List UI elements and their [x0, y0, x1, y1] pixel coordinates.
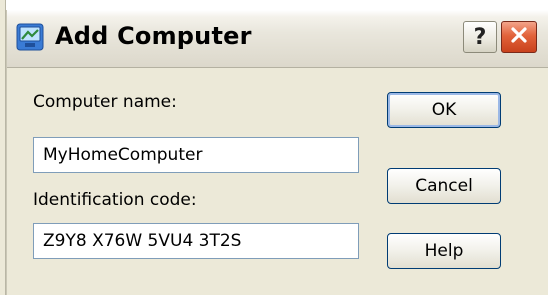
screen: Add Computer ? Computer name: MyHomeComp…: [0, 0, 548, 295]
cancel-button[interactable]: Cancel: [387, 168, 501, 204]
help-title-button[interactable]: ?: [463, 21, 497, 53]
computer-name-field[interactable]: MyHomeComputer: [33, 137, 359, 173]
add-computer-icon: [16, 23, 44, 51]
ok-button-label: OK: [431, 100, 457, 120]
help-question-icon: ?: [473, 24, 487, 50]
dialog-title: Add Computer: [55, 22, 252, 50]
help-button-label: Help: [424, 241, 464, 261]
ok-button[interactable]: OK: [387, 92, 501, 128]
help-button[interactable]: Help: [387, 233, 501, 269]
title-bar[interactable]: Add Computer ?: [7, 10, 548, 68]
close-icon: [509, 25, 529, 49]
add-computer-dialog: Add Computer ? Computer name: MyHomeComp…: [6, 10, 548, 295]
identification-code-label: Identification code:: [33, 190, 197, 210]
identification-code-field[interactable]: Z9Y8 X76W 5VU4 3T2S: [33, 223, 359, 259]
cancel-button-label: Cancel: [415, 176, 473, 196]
computer-name-label: Computer name:: [33, 92, 177, 112]
close-button[interactable]: [501, 21, 537, 53]
